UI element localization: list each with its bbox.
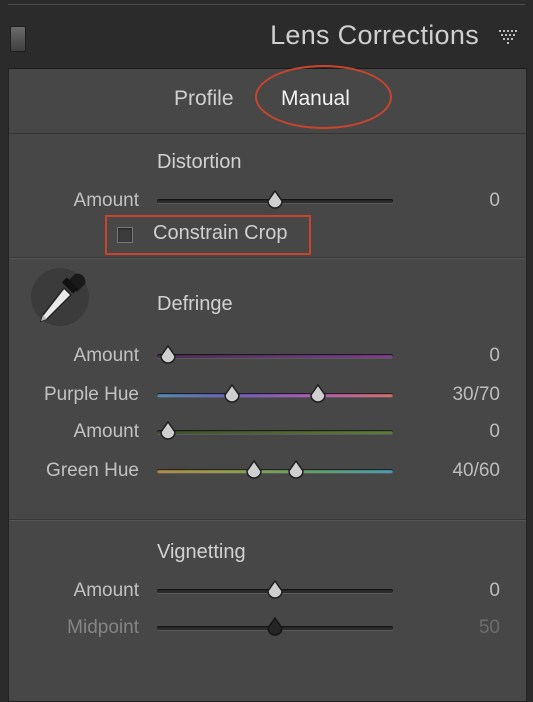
panel-header[interactable]: Lens Corrections (0, 6, 533, 68)
slider-thumb-high-icon[interactable] (309, 384, 327, 406)
tab-profile[interactable]: Profile (174, 87, 234, 111)
defringe-title: Defringe (157, 293, 233, 315)
purple-hue-label: Purple Hue (43, 384, 139, 405)
green-amount-value[interactable]: 0 (420, 421, 500, 443)
slider-track (157, 469, 393, 473)
purple-hue-value[interactable]: 30/70 (420, 384, 500, 406)
distortion-amount-value[interactable]: 0 (420, 190, 500, 212)
slider-thumb-low-icon[interactable] (245, 460, 263, 482)
purple-amount-label: Amount (73, 345, 139, 366)
vignetting-midpoint-slider[interactable] (157, 617, 393, 639)
slider-track (157, 430, 393, 434)
panel-collapse-icon[interactable] (10, 26, 26, 52)
slider-thumb-icon[interactable] (159, 345, 177, 367)
top-divider (8, 0, 525, 5)
distortion-title: Distortion (157, 151, 242, 173)
vignetting-amount-slider[interactable] (157, 580, 393, 602)
slider-track (157, 393, 393, 397)
lens-corrections-panel: Profile Manual Distortion Amount 0 Const… (8, 65, 527, 702)
distortion-amount-slider[interactable] (157, 190, 393, 212)
section-divider (9, 519, 526, 521)
green-amount-slider[interactable] (157, 421, 393, 443)
constrain-crop-label: Constrain Crop (153, 222, 288, 244)
purple-hue-slider[interactable] (157, 384, 393, 406)
vignetting-amount-label: Amount (73, 580, 139, 601)
panel-menu-triangle-icon[interactable] (499, 30, 517, 44)
vignetting-amount-value[interactable]: 0 (420, 580, 500, 602)
slider-thumb-low-icon[interactable] (223, 384, 241, 406)
constrain-crop-checkbox-row[interactable]: Constrain Crop (105, 215, 311, 255)
tab-manual[interactable]: Manual (281, 87, 350, 111)
slider-thumb-icon[interactable] (266, 190, 284, 212)
fringe-color-picker[interactable] (31, 268, 89, 326)
slider-thumb-icon[interactable] (266, 617, 284, 639)
green-hue-value[interactable]: 40/60 (420, 460, 500, 482)
eyedropper-icon (39, 273, 86, 323)
constrain-crop-checkbox[interactable] (117, 227, 133, 243)
purple-amount-value[interactable]: 0 (420, 345, 500, 367)
purple-amount-slider[interactable] (157, 345, 393, 367)
slider-thumb-icon[interactable] (159, 421, 177, 443)
green-hue-slider[interactable] (157, 460, 393, 482)
distortion-amount-label: Amount (73, 190, 139, 211)
vignetting-midpoint-value[interactable]: 50 (420, 617, 500, 639)
green-hue-label: Green Hue (46, 460, 139, 481)
vignetting-midpoint-label: Midpoint (67, 617, 139, 638)
panel-title: Lens Corrections (270, 20, 479, 50)
green-amount-label: Amount (73, 421, 139, 442)
vignetting-title: Vignetting (157, 541, 246, 563)
slider-thumb-icon[interactable] (266, 580, 284, 602)
tab-bar: Profile Manual (9, 65, 526, 134)
slider-thumb-high-icon[interactable] (287, 460, 305, 482)
section-divider (9, 257, 526, 259)
slider-track (157, 354, 393, 358)
